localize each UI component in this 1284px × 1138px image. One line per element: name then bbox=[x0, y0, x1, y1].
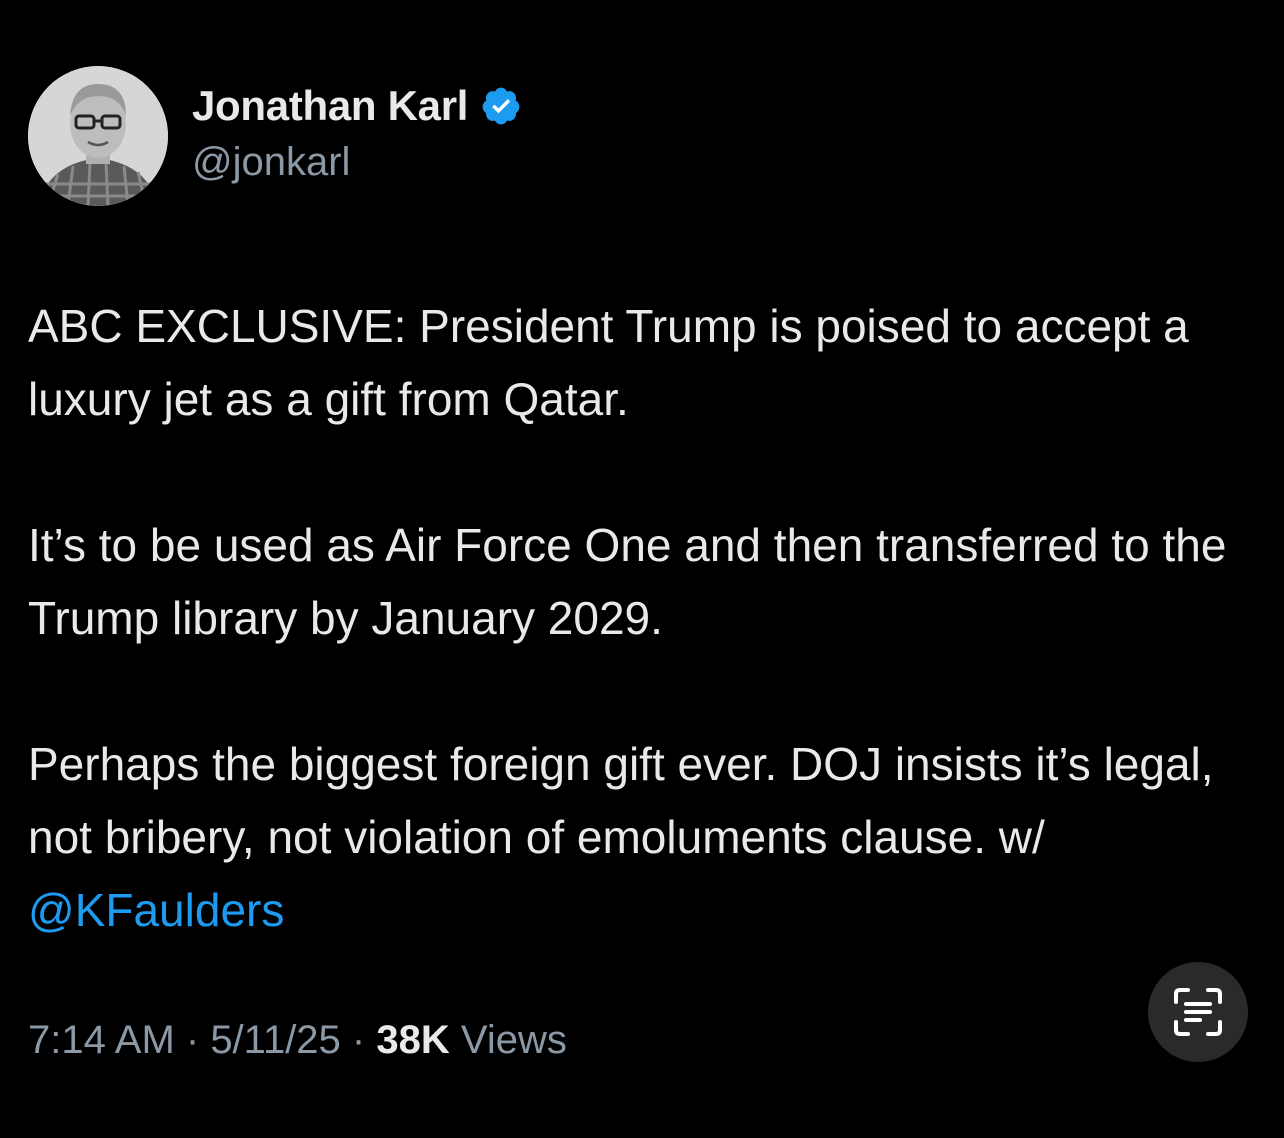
tweet-paragraph-3-text: Perhaps the biggest foreign gift ever. D… bbox=[28, 738, 1214, 863]
tweet-paragraph-1: ABC EXCLUSIVE: President Trump is poised… bbox=[28, 300, 1189, 425]
mention-link[interactable]: @KFaulders bbox=[28, 884, 284, 936]
meta-separator: · bbox=[174, 1018, 211, 1062]
tweet-time[interactable]: 7:14 AM bbox=[28, 1018, 175, 1062]
tweet-paragraph-2: It’s to be used as Air Force One and the… bbox=[28, 519, 1227, 644]
meta-separator: · bbox=[340, 1018, 377, 1062]
author-block: Jonathan Karl @jonkarl bbox=[192, 80, 522, 185]
tweet-meta: 7:14 AM · 5/11/25 · 38K Views bbox=[28, 1018, 567, 1063]
tweet-card: Jonathan Karl @jonkarl ABC EXCLUSIVE: Pr… bbox=[0, 0, 1284, 1138]
verified-badge-icon bbox=[480, 85, 522, 127]
tweet-date[interactable]: 5/11/25 bbox=[210, 1018, 341, 1062]
avatar[interactable] bbox=[28, 66, 168, 206]
tweet-paragraph-3: Perhaps the biggest foreign gift ever. D… bbox=[28, 728, 1238, 947]
text-scan-button[interactable] bbox=[1148, 962, 1248, 1062]
user-handle[interactable]: @jonkarl bbox=[192, 140, 522, 185]
text-scan-icon bbox=[1174, 988, 1222, 1036]
name-row: Jonathan Karl bbox=[192, 80, 522, 132]
views-label: Views bbox=[449, 1018, 567, 1062]
views-count[interactable]: 38K bbox=[376, 1018, 449, 1062]
avatar-image bbox=[28, 66, 168, 206]
display-name[interactable]: Jonathan Karl bbox=[192, 82, 468, 130]
tweet-text: ABC EXCLUSIVE: President Trump is poised… bbox=[28, 290, 1238, 947]
